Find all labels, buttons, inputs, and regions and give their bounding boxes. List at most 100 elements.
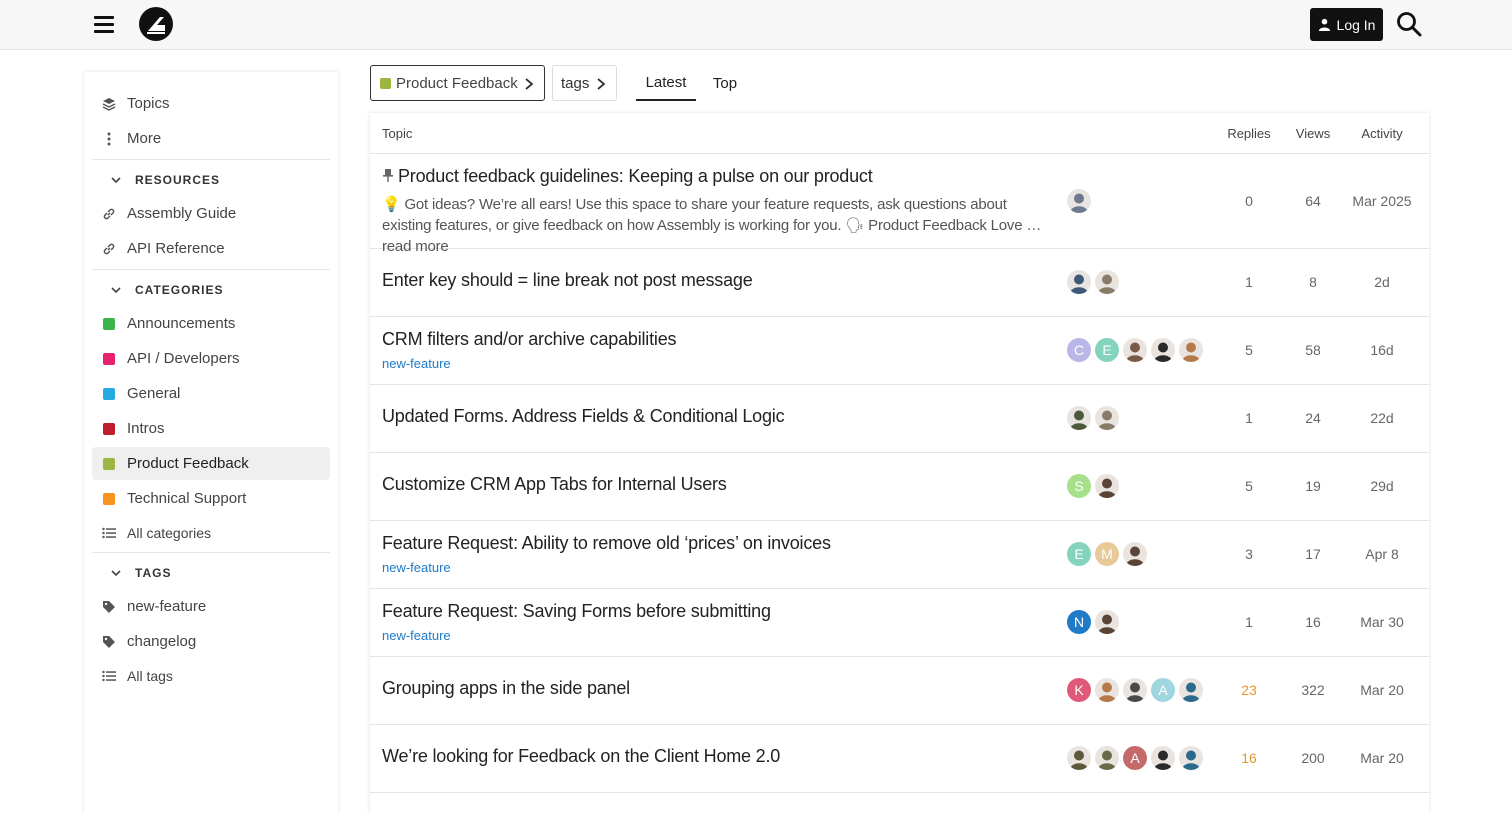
- topic-title-link[interactable]: We’re looking for Feedback on the Client…: [382, 746, 780, 767]
- category-dropdown[interactable]: Product Feedback: [370, 65, 545, 101]
- color-square-icon: [103, 492, 115, 505]
- avatar[interactable]: E: [1095, 338, 1119, 362]
- sidebar-item-label: new-feature: [127, 598, 207, 615]
- topic-title-link[interactable]: Grouping apps in the side panel: [382, 678, 630, 699]
- sidebar-item-general[interactable]: General: [92, 377, 330, 410]
- topic-tag-link[interactable]: new-feature: [382, 560, 451, 575]
- tags-section-toggle[interactable]: TAGS: [92, 559, 330, 587]
- avatar[interactable]: [1067, 746, 1091, 770]
- avatar[interactable]: [1067, 189, 1091, 213]
- posters: KA: [1067, 678, 1203, 702]
- avatar[interactable]: A: [1123, 746, 1147, 770]
- list-icon: [102, 669, 116, 683]
- avatar[interactable]: [1095, 678, 1119, 702]
- topic-title-link[interactable]: Feature Request: Ability to remove old ‘…: [382, 533, 831, 554]
- sidebar-item-assembly-guide[interactable]: Assembly Guide: [92, 197, 330, 230]
- sidebar-item-product-feedback[interactable]: Product Feedback: [92, 447, 330, 480]
- activity-date[interactable]: Apr 8: [1342, 546, 1422, 562]
- avatar[interactable]: N: [1067, 610, 1091, 634]
- avatar[interactable]: [1123, 542, 1147, 566]
- activity-date[interactable]: Mar 20: [1342, 682, 1422, 698]
- topic-title-link[interactable]: Updated Forms. Address Fields & Conditio…: [382, 406, 785, 427]
- hamburger-menu-icon[interactable]: [92, 12, 116, 36]
- topic-list: Topic Replies Views Activity Product fee…: [370, 113, 1429, 814]
- activity-date[interactable]: Mar 2025: [1342, 193, 1422, 209]
- posters: N: [1067, 610, 1119, 634]
- topic-title-link[interactable]: Product feedback guidelines: Keeping a p…: [398, 166, 873, 187]
- avatar[interactable]: [1151, 746, 1175, 770]
- column-header-topic[interactable]: Topic: [382, 113, 412, 153]
- avatar[interactable]: [1179, 338, 1203, 362]
- topic-excerpt-text: 💡 Got ideas? We’re all ears! Use this sp…: [382, 196, 1042, 234]
- tags-dropdown[interactable]: tags: [552, 65, 617, 101]
- avatar[interactable]: [1095, 610, 1119, 634]
- section-heading: CATEGORIES: [135, 283, 224, 297]
- chevron-down-icon: [111, 570, 121, 577]
- sidebar-item-more[interactable]: More: [92, 122, 330, 155]
- avatar[interactable]: [1151, 338, 1175, 362]
- activity-date[interactable]: 2d: [1342, 274, 1422, 290]
- posters: [1067, 406, 1119, 430]
- tab-latest[interactable]: Latest: [636, 65, 696, 101]
- avatar[interactable]: [1095, 474, 1119, 498]
- login-label: Log In: [1336, 16, 1376, 33]
- site-header: Log In: [0, 0, 1512, 50]
- activity-date[interactable]: Mar 20: [1342, 750, 1422, 766]
- sidebar-item-label: API / Developers: [127, 350, 240, 367]
- sidebar-item-topics[interactable]: Topics: [92, 87, 330, 120]
- sidebar-item-tag-changelog[interactable]: changelog: [92, 625, 330, 658]
- views-count: 58: [1305, 342, 1321, 358]
- sidebar-item-label: Announcements: [127, 315, 236, 332]
- sidebar-item-all-tags[interactable]: All tags: [92, 659, 330, 692]
- tab-top[interactable]: Top: [706, 65, 744, 101]
- resources-section-toggle[interactable]: RESOURCES: [92, 166, 330, 194]
- sidebar-item-label: Technical Support: [127, 490, 247, 507]
- posters: EM: [1067, 542, 1147, 566]
- topic-title-link[interactable]: Customize CRM App Tabs for Internal User…: [382, 474, 727, 495]
- avatar[interactable]: [1179, 746, 1203, 770]
- topic-title-link[interactable]: CRM filters and/or archive capabilities: [382, 329, 677, 350]
- avatar[interactable]: [1095, 406, 1119, 430]
- sidebar-item-api-reference[interactable]: API Reference: [92, 232, 330, 265]
- views-count: 64: [1305, 193, 1321, 209]
- avatar[interactable]: [1123, 678, 1147, 702]
- login-button[interactable]: Log In: [1310, 8, 1383, 41]
- activity-date[interactable]: Mar 30: [1342, 614, 1422, 630]
- activity-date[interactable]: 29d: [1342, 478, 1422, 494]
- sidebar-item-label: API Reference: [127, 240, 225, 257]
- avatar[interactable]: C: [1067, 338, 1091, 362]
- avatar[interactable]: S: [1067, 474, 1091, 498]
- categories-section-toggle[interactable]: CATEGORIES: [92, 276, 330, 304]
- search-icon[interactable]: [1396, 11, 1422, 37]
- pin-icon: [383, 169, 393, 182]
- table-row: Enter key should = line break not post m…: [370, 249, 1429, 317]
- avatar[interactable]: [1095, 270, 1119, 294]
- activity-date[interactable]: 16d: [1342, 342, 1422, 358]
- avatar[interactable]: K: [1067, 678, 1091, 702]
- sidebar-item-technical-support[interactable]: Technical Support: [92, 482, 330, 515]
- avatar[interactable]: [1067, 270, 1091, 294]
- avatar[interactable]: [1095, 746, 1119, 770]
- site-logo[interactable]: [138, 6, 174, 42]
- avatar[interactable]: [1067, 406, 1091, 430]
- section-heading: RESOURCES: [135, 173, 221, 187]
- sidebar-item-intros[interactable]: Intros: [92, 412, 330, 445]
- avatar[interactable]: A: [1151, 678, 1175, 702]
- avatar[interactable]: [1179, 678, 1203, 702]
- avatar[interactable]: M: [1095, 542, 1119, 566]
- topic-tag-link[interactable]: new-feature: [382, 356, 451, 371]
- topic-title-link[interactable]: Enter key should = line break not post m…: [382, 270, 753, 291]
- avatar[interactable]: [1123, 338, 1147, 362]
- activity-date[interactable]: 22d: [1342, 410, 1422, 426]
- section-heading: TAGS: [135, 566, 172, 580]
- column-header-activity[interactable]: Activity: [1342, 113, 1422, 153]
- sidebar-item-api-developers[interactable]: API / Developers: [92, 342, 330, 375]
- category-color-swatch: [102, 352, 116, 366]
- sidebar-item-announcements[interactable]: Announcements: [92, 307, 330, 340]
- column-header-views[interactable]: Views: [1273, 113, 1353, 153]
- avatar[interactable]: E: [1067, 542, 1091, 566]
- topic-tag-link[interactable]: new-feature: [382, 628, 451, 643]
- topic-title-link[interactable]: Feature Request: Saving Forms before sub…: [382, 601, 771, 622]
- sidebar-item-all-categories[interactable]: All categories: [92, 516, 330, 549]
- sidebar-item-tag-new-feature[interactable]: new-feature: [92, 590, 330, 623]
